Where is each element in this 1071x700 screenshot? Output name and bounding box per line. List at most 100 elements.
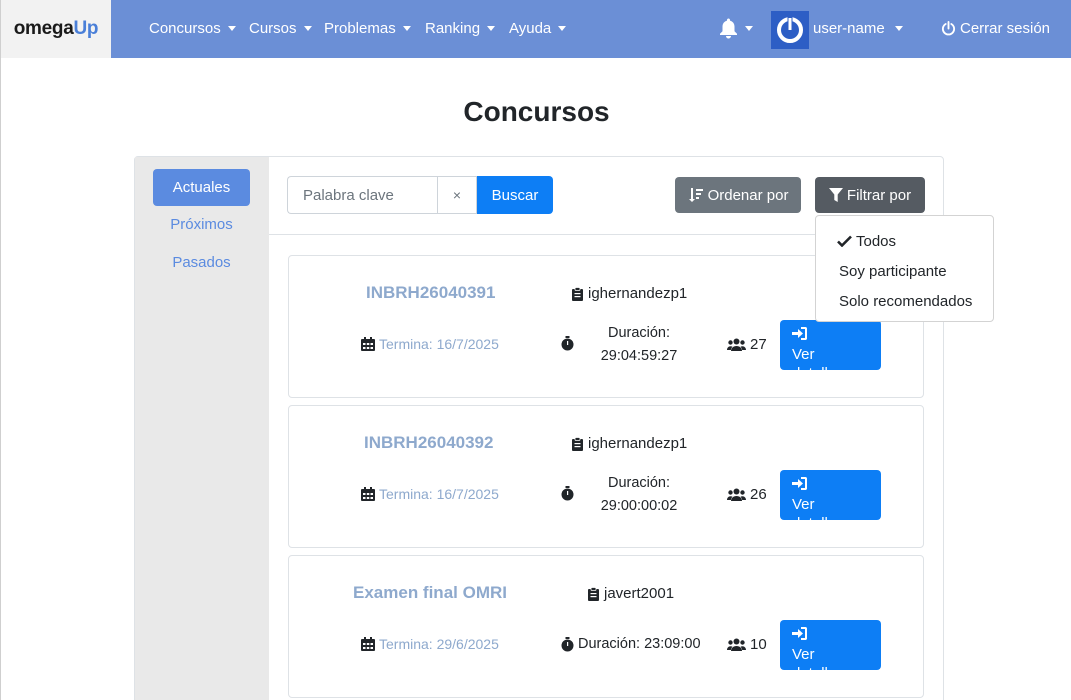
sign-in-icon [792,327,807,340]
sidebar-item-proximos[interactable]: Próximos [153,206,250,243]
end-date-text: Termina: 16/7/2025 [379,336,499,352]
users-icon [727,488,746,501]
users-icon [727,638,746,651]
nav-item-label: Cursos [249,20,297,37]
username-label: user-name [813,20,885,37]
power-logo-icon [777,16,803,43]
close-icon: × [452,187,462,203]
contest-end-date: Termina: 29/6/2025 [361,636,499,652]
logout-label: Cerrar sesión [960,20,1051,37]
contest-card: Examen final OMRI javert2001 Termina: 29… [288,555,924,698]
owner-name: javert2001 [604,585,675,602]
brand-name-main: omega [13,18,74,39]
duration-label: Duración: [578,636,641,652]
owner-name: ighernandezp1 [588,435,688,452]
end-date-text: Termina: 16/7/2025 [379,486,499,502]
calendar-icon [361,337,375,351]
duration-value: 23:09:00 [644,636,701,652]
nav-item-label: Ayuda [509,20,552,37]
filter-option-recommended[interactable]: Solo recomendados [816,286,993,316]
view-details-button[interactable]: Ver detalles [780,320,881,382]
participants-count: 10 [727,636,767,653]
chevron-down-icon [558,26,567,31]
clipboard-icon [588,586,599,601]
avatar[interactable] [771,11,809,49]
check-icon [837,235,852,247]
stopwatch-icon [561,486,574,501]
contest-duration: Duración: 29:00:00:02 [599,472,679,518]
chevron-down-icon [227,26,236,31]
chevron-down-icon [745,26,753,31]
contest-owner: javert2001 [588,585,674,602]
nav-item-cursos[interactable]: Cursos [249,20,312,37]
search-input[interactable] [287,176,438,214]
filter-icon [828,187,843,202]
nav-item-label: Concursos [149,20,221,37]
participants-count: 26 [727,486,767,503]
contest-title[interactable]: Examen final OMRI [353,583,507,603]
clear-search-button[interactable]: × [437,176,477,214]
contest-title[interactable]: INBRH26040391 [366,283,495,303]
page-title: Concursos [463,96,610,127]
contest-end-date: Termina: 16/7/2025 [361,336,499,352]
nav-item-label: Ranking [425,20,481,37]
sidebar-item-actuales[interactable]: Actuales [153,169,250,206]
nav-item-label: Problemas [324,20,396,37]
duration-label: Duración: [607,475,671,491]
participants-number: 10 [750,636,767,653]
user-menu[interactable]: user-name [813,20,903,37]
notifications-button[interactable] [719,18,753,39]
filter-option-participant[interactable]: Soy participante [816,256,993,286]
nav-item-ranking[interactable]: Ranking [425,20,496,37]
logout-button[interactable]: Cerrar sesión [941,20,1050,37]
bell-icon [720,18,737,39]
contest-end-date: Termina: 16/7/2025 [361,486,499,502]
users-icon [727,338,746,351]
sign-in-icon [792,627,807,640]
chevron-down-icon [894,26,903,31]
search-button-label: Buscar [491,186,539,204]
stopwatch-icon [561,636,574,651]
contest-owner: ighernandezp1 [572,435,687,452]
duration-value: 29:04:59:27 [600,348,678,364]
brand-name-accent: Up [73,18,99,39]
sidebar: Actuales Próximos Pasados [135,157,269,700]
view-details-button[interactable]: Ver detalles [780,470,881,532]
duration-value: 29:00:00:02 [600,498,678,514]
contest-title[interactable]: INBRH26040392 [364,433,493,453]
filter-option-label: Solo recomendados [839,292,973,310]
view-details-label: Ver detalles [792,496,844,532]
chevron-down-icon [402,26,411,31]
filter-option-todos[interactable]: Todos [816,226,993,256]
search-button[interactable]: Buscar [477,176,553,214]
clipboard-icon [572,286,583,301]
participants-number: 26 [750,486,767,503]
contest-card: INBRH26040392 ighernandezp1 Termina: 16/… [288,405,924,548]
contest-owner: ighernandezp1 [572,285,687,302]
calendar-icon [361,487,375,501]
nav-item-problemas[interactable]: Problemas [324,20,411,37]
contest-duration: Duración: 29:04:59:27 [599,322,679,368]
calendar-icon [361,637,375,651]
brand-logo[interactable]: omega Up [1,0,111,58]
view-details-button[interactable]: Ver detalles [780,620,881,682]
chevron-down-icon [303,26,312,31]
duration-label: Duración: [607,325,671,341]
contest-duration: Duración: 23:09:00 [561,636,701,652]
sidebar-item-pasados[interactable]: Pasados [153,244,250,281]
sidebar-item-label: Próximos [170,216,233,233]
nav-item-concursos[interactable]: Concursos [149,20,236,37]
participants-number: 27 [750,336,767,353]
owner-name: ighernandezp1 [588,285,688,302]
filter-button[interactable]: Filtrar por [815,177,925,213]
sort-icon [688,188,703,202]
sort-label: Ordenar por [707,186,789,204]
filter-label: Filtrar por [846,186,912,204]
top-navbar: omega Up Concursos Cursos Problemas Ranki… [1,0,1071,58]
sign-in-icon [792,477,807,490]
filter-option-label: Todos [856,232,897,250]
sort-button[interactable]: Ordenar por [675,177,801,213]
sidebar-item-label: Actuales [172,179,231,196]
participants-count: 27 [727,336,767,353]
nav-item-ayuda[interactable]: Ayuda [509,20,567,37]
